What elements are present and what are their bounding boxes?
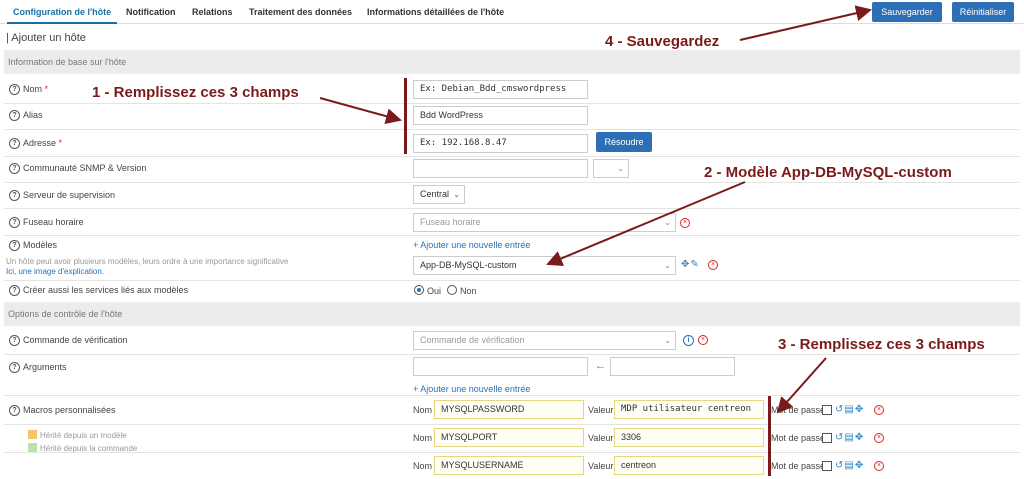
annotation-arrows [319, 5, 872, 414]
arrow-1 [319, 97, 402, 125]
arrow-4 [739, 5, 872, 41]
arrow-3 [776, 357, 827, 414]
arrow-2 [546, 181, 746, 267]
